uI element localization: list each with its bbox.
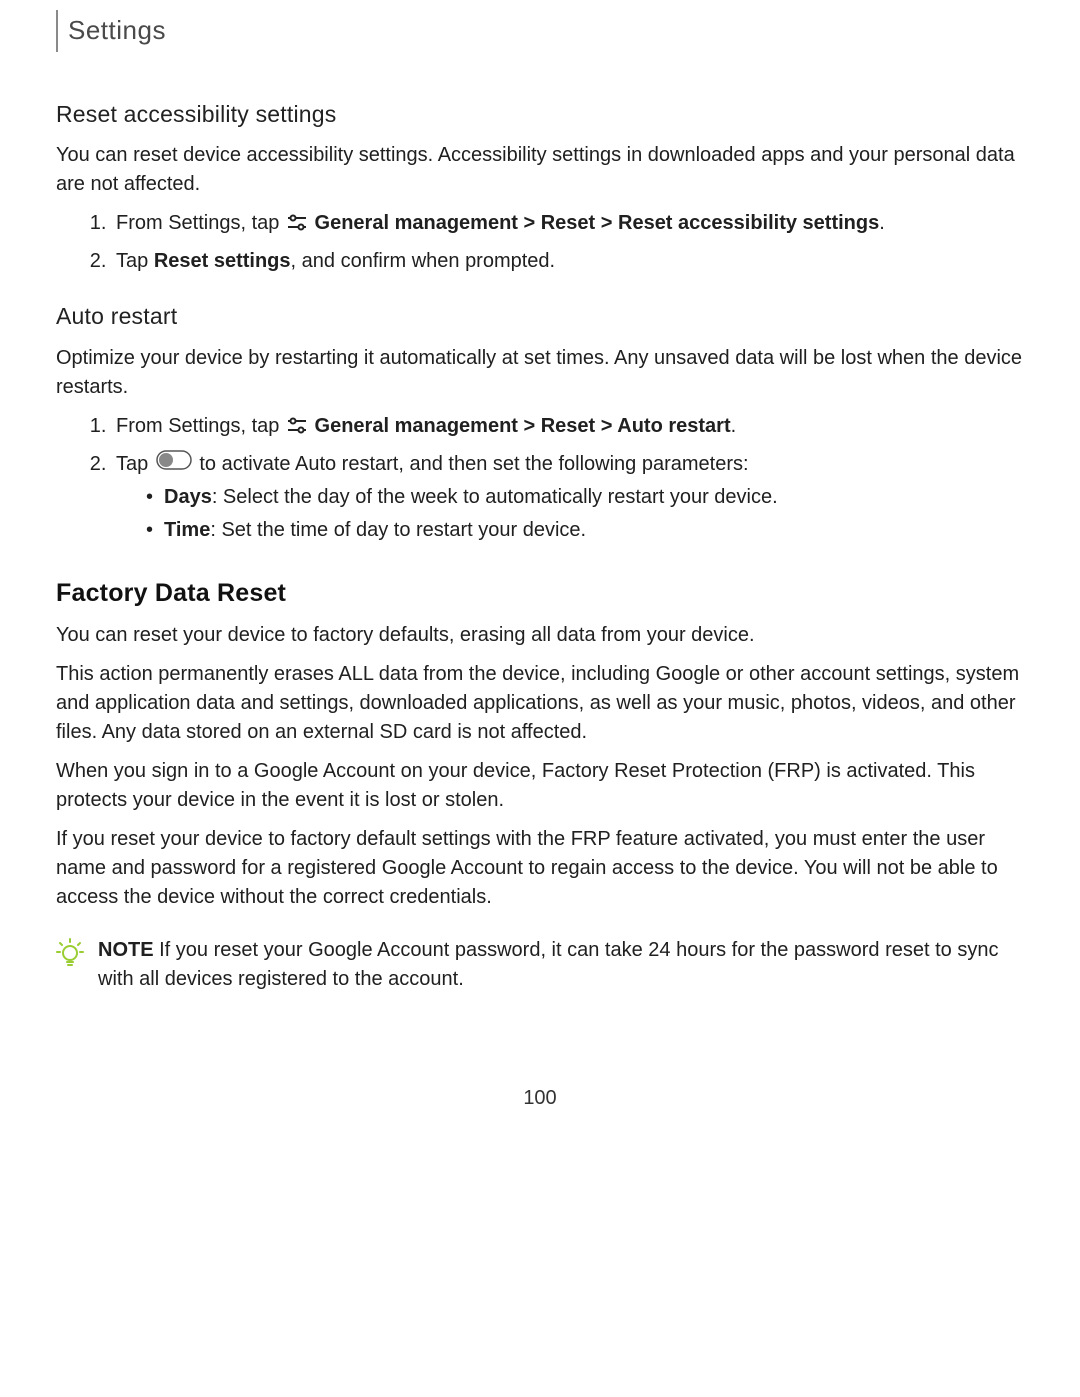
- page-number: 100: [56, 1084, 1024, 1113]
- reset-accessibility-step-2: Tap Reset settings, and confirm when pro…: [112, 247, 1024, 276]
- auto-restart-param-time: Time: Set the time of day to restart you…: [146, 516, 1024, 545]
- page-header: Settings: [56, 10, 1024, 52]
- note-label: NOTE: [98, 939, 154, 961]
- heading-factory-data-reset: Factory Data Reset: [56, 575, 1024, 611]
- factory-reset-p3: When you sign in to a Google Account on …: [56, 757, 1024, 815]
- note-text: NOTE If you reset your Google Account pa…: [98, 936, 1024, 994]
- factory-reset-p2: This action permanently erases ALL data …: [56, 660, 1024, 747]
- sliders-icon: [287, 212, 307, 241]
- auto-restart-params: Days: Select the day of the week to auto…: [116, 483, 1024, 545]
- note-block: NOTE If you reset your Google Account pa…: [56, 936, 1024, 994]
- toggle-off-icon: [156, 450, 192, 479]
- subheading-reset-accessibility: Reset accessibility settings: [56, 98, 1024, 131]
- auto-restart-intro: Optimize your device by restarting it au…: [56, 344, 1024, 402]
- reset-accessibility-steps: From Settings, tap General management > …: [56, 209, 1024, 276]
- header-title: Settings: [68, 12, 166, 50]
- factory-reset-p4: If you reset your device to factory defa…: [56, 825, 1024, 912]
- auto-restart-steps: From Settings, tap General management > …: [56, 412, 1024, 545]
- auto-restart-step-2: Tap to activate Auto restart, and then s…: [112, 450, 1024, 545]
- sliders-icon: [287, 415, 307, 444]
- reset-accessibility-intro: You can reset device accessibility setti…: [56, 141, 1024, 199]
- lightbulb-icon: [56, 938, 84, 977]
- subheading-auto-restart: Auto restart: [56, 300, 1024, 333]
- reset-accessibility-step-1: From Settings, tap General management > …: [112, 209, 1024, 241]
- factory-reset-p1: You can reset your device to factory def…: [56, 621, 1024, 650]
- note-body: If you reset your Google Account passwor…: [98, 939, 998, 990]
- auto-restart-step-1: From Settings, tap General management > …: [112, 412, 1024, 444]
- auto-restart-param-days: Days: Select the day of the week to auto…: [146, 483, 1024, 512]
